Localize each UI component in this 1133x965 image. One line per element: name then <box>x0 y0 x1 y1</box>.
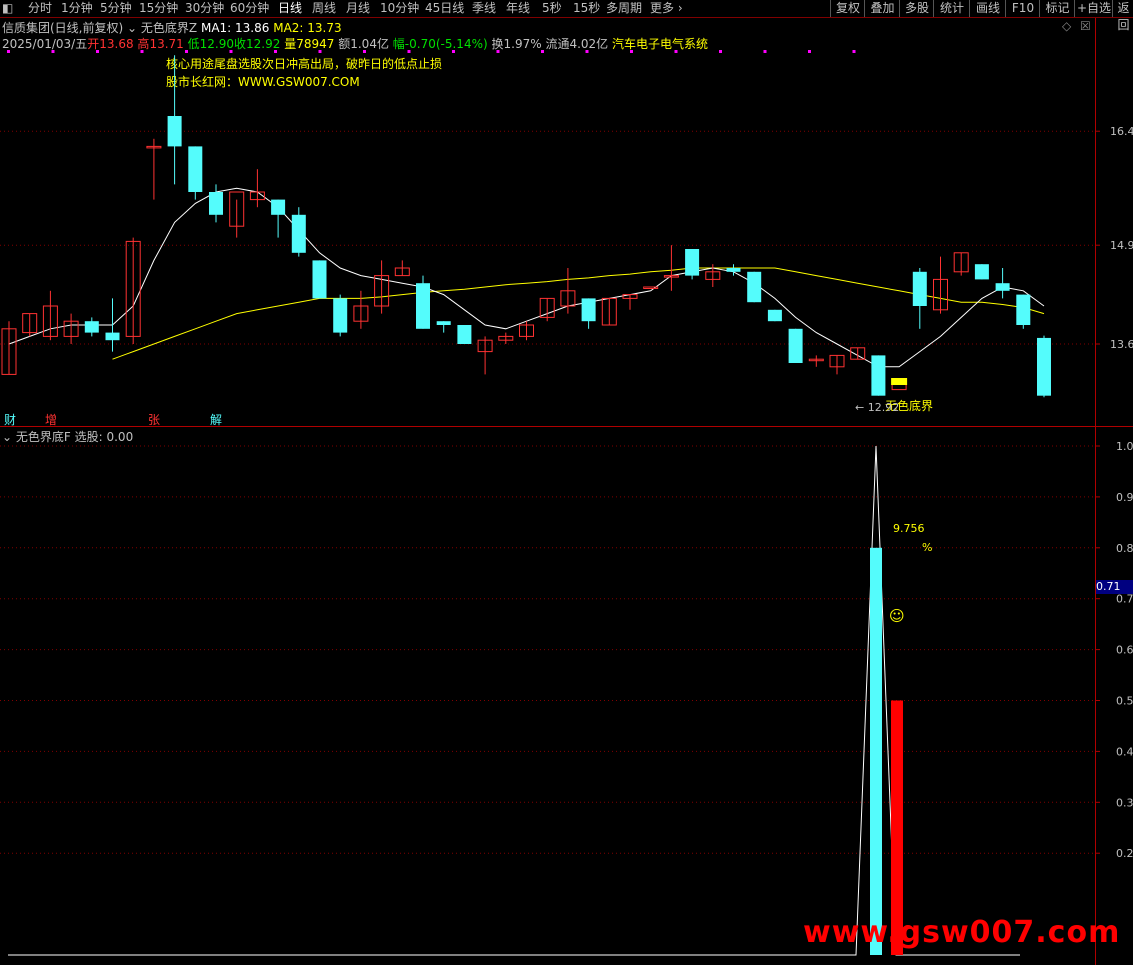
magenta-dot <box>452 50 455 53</box>
candle-body <box>209 192 223 215</box>
magenta-dot <box>363 50 366 53</box>
candle-body <box>726 268 741 272</box>
magenta-dot <box>407 50 411 53</box>
candle-body <box>685 249 700 276</box>
y-tick-lower: 0.3 <box>1116 796 1133 809</box>
candle-body <box>995 283 1010 291</box>
magenta-dot <box>630 50 633 53</box>
magenta-dot <box>140 50 144 53</box>
magenta-dot <box>674 50 678 53</box>
candle-body <box>1037 337 1051 396</box>
magenta-dot <box>51 50 55 53</box>
candle-body <box>188 146 203 192</box>
y-tick-lower: 0.4 <box>1116 745 1133 758</box>
magenta-dot <box>7 50 10 53</box>
y-tick-upper: 13.6 <box>1110 338 1133 351</box>
y-tick-lower: 1.0 <box>1116 440 1133 453</box>
magenta-dot <box>496 50 500 53</box>
y-tick-upper: 14.9 <box>1110 239 1133 252</box>
magenta-dot <box>585 50 589 53</box>
magenta-dot <box>763 50 767 53</box>
chart-svg: 16.4 14.9 13.6 1.0 0.9 0.8 0.7 0.6 0.5 0.4 0.3 0.2 <box>0 50 1133 956</box>
magenta-dot <box>541 50 544 53</box>
signal-box <box>891 378 908 385</box>
magenta-dot <box>719 50 722 53</box>
candle-body <box>767 309 782 322</box>
y-tick-lower: 0.8 <box>1116 542 1133 555</box>
y-tick-upper: 16.4 <box>1110 125 1133 138</box>
watermark: www.gsw007.com <box>803 915 1121 950</box>
candle-body <box>457 325 472 344</box>
cyan-bar <box>870 547 882 955</box>
y-tick-lower: 0.5 <box>1116 695 1133 708</box>
candle-body <box>312 260 327 299</box>
ma2-line <box>112 267 1045 360</box>
magenta-dot <box>274 50 277 53</box>
candle-body <box>105 332 120 341</box>
y-tick-lower: 0.6 <box>1116 644 1133 657</box>
candle-body <box>271 199 286 215</box>
candle-body <box>747 271 762 303</box>
magenta-dot <box>318 50 322 53</box>
candle-body <box>291 214 306 253</box>
candle-body <box>1016 294 1031 325</box>
y-tick-lower: 0.7 <box>1116 593 1133 606</box>
y-tick-lower: 0.9 <box>1116 491 1133 504</box>
candle-body <box>871 355 886 396</box>
candle-body <box>974 264 989 280</box>
magenta-dot <box>229 50 233 53</box>
magenta-dot <box>808 50 811 53</box>
candle-body <box>84 321 99 333</box>
candle-body <box>333 298 348 333</box>
candle-body <box>416 283 430 329</box>
candle-body <box>167 116 182 147</box>
candle-body <box>581 298 596 322</box>
candle-body <box>436 321 451 325</box>
candle-body <box>788 328 803 363</box>
magenta-dot <box>852 50 856 53</box>
y-tick-lower: 0.2 <box>1116 847 1133 860</box>
magenta-dot <box>96 50 99 53</box>
candle-body <box>912 271 927 306</box>
magenta-dot <box>185 50 188 53</box>
